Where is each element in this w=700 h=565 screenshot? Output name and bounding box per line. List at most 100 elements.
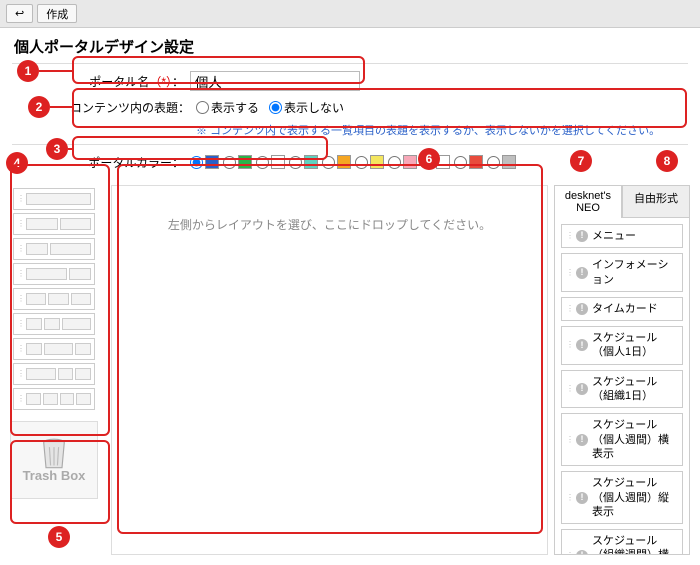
color-swatch [205,155,219,169]
info-icon: ! [576,230,588,242]
drag-handle-icon: ⋮⋮ [17,272,23,276]
color-picker [190,155,516,169]
content-titles-label: コンテンツ内の表題： [70,99,196,116]
drag-handle-icon: ⋮⋮ [17,197,23,201]
layout-option[interactable]: ⋮⋮ [13,263,95,285]
trash-box[interactable]: Trash Box [10,421,98,499]
layout-option[interactable]: ⋮⋮ [13,338,95,360]
drag-handle-icon: ⋮⋮ [17,372,23,376]
color-swatch [238,155,252,169]
color-option[interactable] [256,155,285,169]
palette-tabs: desknet's NEO 自由形式 [554,185,690,218]
callout-2: 2 [28,96,50,118]
layout-column: ⋮⋮ ⋮⋮ ⋮⋮ ⋮⋮ ⋮⋮ ⋮⋮ ⋮⋮ ⋮⋮ ⋮⋮ Trash Box [10,185,105,555]
drop-zone-placeholder: 左側からレイアウトを選び、ここにドロップしてください。 [168,216,491,233]
layout-option[interactable]: ⋮⋮ [13,313,95,335]
portal-name-label: ポータル名（*）： [70,73,190,90]
drag-handle-icon: ⋮⋮ [566,234,572,238]
drag-handle-icon: ⋮⋮ [17,347,23,351]
color-option[interactable] [190,155,219,169]
content-palette: desknet's NEO 自由形式 ⋮⋮!メニュー⋮⋮!インフォメーション⋮⋮… [554,185,690,555]
layout-option[interactable]: ⋮⋮ [13,288,95,310]
info-icon: ! [576,303,588,315]
top-toolbar: ↩ 作成 [0,0,700,28]
create-button[interactable]: 作成 [37,4,77,23]
trash-label: Trash Box [23,468,86,483]
drag-handle-icon: ⋮⋮ [566,271,572,275]
content-item[interactable]: ⋮⋮! スケジュール（個人週間）横表示 [561,413,683,466]
page-title: 個人ポータルデザイン設定 [0,28,700,61]
content-titles-hint: ※ コンテンツ内で表示する一覧項目の表題を表示するか、表示しないかを選択してくだ… [196,122,700,138]
drag-handle-icon: ⋮⋮ [17,247,23,251]
content-item-label: スケジュール（組織1日） [592,375,678,404]
content-item-label: スケジュール（個人週間）縦表示 [592,476,678,519]
color-swatch [337,155,351,169]
layout-option[interactable]: ⋮⋮ [13,238,95,260]
info-icon: ! [576,550,588,555]
portal-name-input[interactable] [190,71,360,91]
drag-handle-icon: ⋮⋮ [17,397,23,401]
drag-handle-icon: ⋮⋮ [566,438,572,442]
color-option[interactable] [322,155,351,169]
content-item[interactable]: ⋮⋮!スケジュール（組織週間）横表示 [561,529,683,555]
row-portal-name: ポータル名（*）： [70,70,700,92]
color-swatch [502,155,516,169]
content-item-label: メニュー [592,229,636,243]
color-option[interactable] [355,155,384,169]
row-portal-color: ポータルカラー： [70,151,700,173]
callout-4: 4 [6,152,28,174]
content-item-label: スケジュール（個人週間）横表示 [592,418,678,461]
radio-show[interactable]: 表示する [196,99,259,116]
trash-icon [40,438,68,470]
drag-handle-icon: ⋮⋮ [17,297,23,301]
content-item[interactable]: ⋮⋮! スケジュール（個人1日） [561,326,683,365]
main-area: ⋮⋮ ⋮⋮ ⋮⋮ ⋮⋮ ⋮⋮ ⋮⋮ ⋮⋮ ⋮⋮ ⋮⋮ Trash Box 左側からレイアウトを選… [0,179,700,565]
layout-option[interactable]: ⋮⋮ [13,388,95,410]
color-option[interactable] [223,155,252,169]
info-icon: ! [576,267,588,279]
drag-handle-icon: ⋮⋮ [566,496,572,500]
color-swatch [304,155,318,169]
drop-zone[interactable]: 左側からレイアウトを選び、ここにドロップしてください。 [111,185,548,555]
color-swatch [436,155,450,169]
layout-option[interactable]: ⋮⋮ [13,363,95,385]
color-swatch [403,155,417,169]
divider [12,63,688,64]
content-item[interactable]: ⋮⋮! メニュー [561,224,683,248]
back-button[interactable]: ↩ [6,4,33,23]
color-swatch [370,155,384,169]
tab-freeform[interactable]: 自由形式 [622,185,690,218]
info-icon: ! [576,339,588,351]
color-option[interactable] [487,155,516,169]
content-item[interactable]: ⋮⋮! タイムカード [561,297,683,321]
drag-handle-icon: ⋮⋮ [17,222,23,226]
info-icon: ! [576,434,588,446]
color-option[interactable] [289,155,318,169]
drag-handle-icon: ⋮⋮ [566,387,572,391]
info-icon: ! [576,492,588,504]
color-swatch [469,155,483,169]
info-icon: ! [576,383,588,395]
content-item-label: スケジュール（個人1日） [592,331,678,360]
radio-hide[interactable]: 表示しない [269,99,344,116]
color-swatch [271,155,285,169]
divider [12,144,688,145]
content-item[interactable]: ⋮⋮! インフォメーション [561,253,683,292]
content-item[interactable]: ⋮⋮! スケジュール（個人週間）縦表示 [561,471,683,524]
drag-handle-icon: ⋮⋮ [17,322,23,326]
undo-icon: ↩ [15,7,24,20]
content-item-label: インフォメーション [592,258,678,287]
drag-handle-icon: ⋮⋮ [566,307,572,311]
content-item-label: タイムカード [592,302,658,316]
layout-option[interactable]: ⋮⋮ [13,188,95,210]
content-item-label: スケジュール（組織週間）横表示 [592,534,678,555]
content-item[interactable]: ⋮⋮! スケジュール（組織1日） [561,370,683,409]
row-content-titles: コンテンツ内の表題： 表示する 表示しない [70,96,700,118]
portal-color-label: ポータルカラー： [70,154,190,171]
color-option[interactable] [421,155,450,169]
tab-desknet[interactable]: desknet's NEO [554,185,622,218]
drag-handle-icon: ⋮⋮ [566,343,572,347]
layout-option[interactable]: ⋮⋮ [13,213,95,235]
color-option[interactable] [388,155,417,169]
color-option[interactable] [454,155,483,169]
